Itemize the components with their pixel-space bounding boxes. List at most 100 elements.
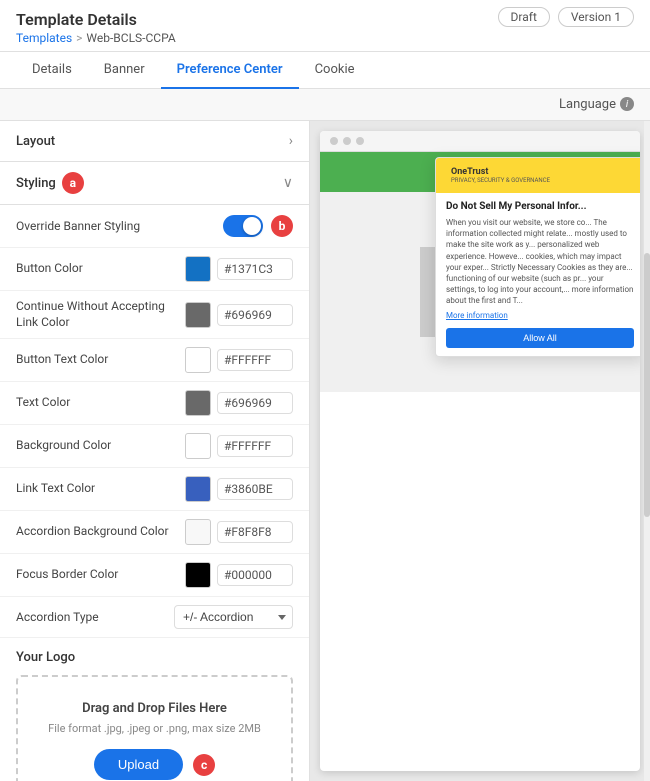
- onetrust-popup-title: Do Not Sell My Personal Infor...: [446, 201, 634, 212]
- header-badges: Draft Version 1: [498, 7, 634, 27]
- continue-color-value: #696969: [217, 304, 293, 326]
- breadcrumb-current: Web-BCLS-CCPA: [86, 31, 175, 45]
- accordion-type-row: Accordion Type +/- Accordion Arrow Accor…: [0, 597, 309, 638]
- focus-border-color-label: Focus Border Color: [16, 567, 175, 583]
- button-text-color-label: Button Text Color: [16, 352, 175, 368]
- preview-container: OneTrust PRIVACY, SECURITY & GOVERNANCE …: [310, 121, 650, 781]
- continue-color-row: Continue Without Accepting Link Color #6…: [0, 291, 309, 339]
- preview-browser: OneTrust PRIVACY, SECURITY & GOVERNANCE …: [320, 131, 640, 771]
- button-text-color-value: #FFFFFF: [217, 349, 293, 371]
- right-panel: OneTrust PRIVACY, SECURITY & GOVERNANCE …: [310, 121, 650, 781]
- link-text-color-value: #3860BE: [217, 478, 293, 500]
- left-panel: Layout › Styling a ∨ Override Banner Sty…: [0, 121, 310, 781]
- button-text-color-input[interactable]: #FFFFFF: [185, 347, 293, 373]
- onetrust-overlay: OneTrust PRIVACY, SECURITY & GOVERNANCE …: [435, 157, 640, 357]
- onetrust-body: Do Not Sell My Personal Infor... When yo…: [436, 193, 640, 356]
- link-text-color-input[interactable]: #3860BE: [185, 476, 293, 502]
- accordion-type-label: Accordion Type: [16, 610, 164, 624]
- browser-dot-2: [343, 137, 351, 145]
- bg-color-input[interactable]: #FFFFFF: [185, 433, 293, 459]
- drop-zone-title: Drag and Drop Files Here: [34, 701, 275, 716]
- breadcrumb: Templates > Web-BCLS-CCPA: [16, 31, 176, 45]
- text-color-row: Text Color #696969: [0, 382, 309, 425]
- continue-color-input[interactable]: #696969: [185, 302, 293, 328]
- toggle-wrap: b: [223, 215, 293, 237]
- accordion-type-select[interactable]: +/- Accordion Arrow Accordion None: [174, 605, 293, 629]
- onetrust-popup-text: When you visit our website, we store co.…: [446, 217, 634, 307]
- focus-border-color-swatch[interactable]: [185, 562, 211, 588]
- accordion-bg-color-label: Accordion Background Color: [16, 524, 175, 540]
- styling-label: Styling: [16, 176, 56, 191]
- upload-button[interactable]: Upload: [94, 749, 183, 780]
- text-color-label: Text Color: [16, 395, 175, 411]
- tab-banner[interactable]: Banner: [88, 52, 161, 89]
- link-text-color-swatch[interactable]: [185, 476, 211, 502]
- text-color-swatch[interactable]: [185, 390, 211, 416]
- upload-row: Upload c: [34, 749, 275, 780]
- browser-content: OneTrust PRIVACY, SECURITY & GOVERNANCE …: [320, 152, 640, 392]
- override-banner-toggle[interactable]: [223, 215, 263, 237]
- browser-dot-3: [356, 137, 364, 145]
- accordion-bg-color-swatch[interactable]: [185, 519, 211, 545]
- badge-a: a: [62, 172, 84, 194]
- version-badge: Version 1: [558, 7, 634, 27]
- accordion-bg-color-row: Accordion Background Color #F8F8F8: [0, 511, 309, 554]
- button-text-color-row: Button Text Color #FFFFFF: [0, 339, 309, 382]
- override-banner-row: Override Banner Styling b: [0, 205, 309, 248]
- tab-cookie[interactable]: Cookie: [299, 52, 371, 89]
- onetrust-logo-text: OneTrust: [451, 167, 550, 177]
- scrollbar-track: [644, 121, 650, 781]
- layout-chevron-icon: ›: [289, 133, 293, 149]
- page-title: Template Details: [16, 10, 176, 29]
- focus-border-color-value: #000000: [217, 564, 293, 586]
- drop-zone-sub: File format .jpg, .jpeg or .png, max siz…: [34, 722, 275, 735]
- breadcrumb-sep: >: [76, 31, 82, 45]
- bg-color-value: #FFFFFF: [217, 435, 293, 457]
- layout-section-header[interactable]: Layout ›: [0, 121, 309, 162]
- logo-section: Your Logo Drag and Drop Files Here File …: [0, 638, 309, 781]
- button-text-color-swatch[interactable]: [185, 347, 211, 373]
- allow-all-button[interactable]: Allow All: [446, 328, 634, 348]
- styling-section-header[interactable]: Styling a ∨: [0, 162, 309, 205]
- site-body: OneTrust PRIVACY, SECURITY & GOVERNANCE …: [320, 192, 640, 392]
- link-text-color-row: Link Text Color #3860BE: [0, 468, 309, 511]
- accordion-bg-color-input[interactable]: #F8F8F8: [185, 519, 293, 545]
- main-content: Layout › Styling a ∨ Override Banner Sty…: [0, 121, 650, 781]
- badge-b: b: [271, 215, 293, 237]
- breadcrumb-link[interactable]: Templates: [16, 31, 72, 45]
- more-info-link[interactable]: More information: [446, 311, 634, 320]
- browser-bar: [320, 131, 640, 152]
- override-banner-label: Override Banner Styling: [16, 219, 213, 233]
- logo-title: Your Logo: [16, 650, 293, 665]
- styling-chevron-icon: ∨: [283, 175, 293, 191]
- focus-border-color-row: Focus Border Color #000000: [0, 554, 309, 597]
- link-text-color-label: Link Text Color: [16, 481, 175, 497]
- layout-label: Layout: [16, 134, 55, 149]
- page-header: Template Details Templates > Web-BCLS-CC…: [0, 0, 650, 52]
- tab-details[interactable]: Details: [16, 52, 88, 89]
- language-info-icon[interactable]: i: [620, 97, 634, 111]
- button-color-input[interactable]: #1371C3: [185, 256, 293, 282]
- text-color-input[interactable]: #696969: [185, 390, 293, 416]
- continue-color-label: Continue Without Accepting Link Color: [16, 299, 175, 330]
- bg-color-label: Background Color: [16, 438, 175, 454]
- language-label: Language: [559, 97, 616, 112]
- button-color-value: #1371C3: [217, 258, 293, 280]
- onetrust-header: OneTrust PRIVACY, SECURITY & GOVERNANCE: [436, 158, 640, 193]
- scrollbar-thumb[interactable]: [644, 253, 650, 517]
- draft-badge: Draft: [498, 7, 550, 27]
- language-bar: Language i: [0, 89, 650, 121]
- text-color-value: #696969: [217, 392, 293, 414]
- button-color-row: Button Color #1371C3: [0, 248, 309, 291]
- tab-preference[interactable]: Preference Center: [161, 52, 299, 89]
- button-color-label: Button Color: [16, 261, 175, 277]
- badge-c: c: [193, 754, 215, 776]
- tab-bar: Details Banner Preference Center Cookie: [0, 52, 650, 89]
- browser-dot-1: [330, 137, 338, 145]
- bg-color-row: Background Color #FFFFFF: [0, 425, 309, 468]
- bg-color-swatch[interactable]: [185, 433, 211, 459]
- drop-zone[interactable]: Drag and Drop Files Here File format .jp…: [16, 675, 293, 781]
- button-color-swatch[interactable]: [185, 256, 211, 282]
- focus-border-color-input[interactable]: #000000: [185, 562, 293, 588]
- continue-color-swatch[interactable]: [185, 302, 211, 328]
